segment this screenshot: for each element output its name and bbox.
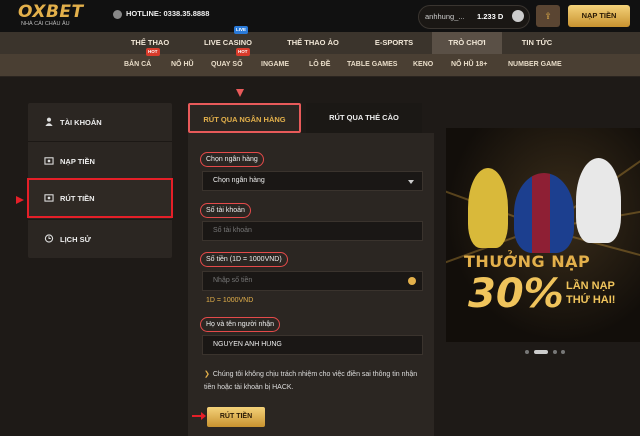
subnav-label: BẮN CÁ [124,61,152,68]
carousel-dot[interactable] [561,350,565,354]
carousel-dot[interactable] [525,350,529,354]
username: anhhung_... [425,12,465,21]
subnav-item-lo-de[interactable]: LÔ ĐỀ [309,54,330,76]
coin-icon [408,277,416,285]
promo-line-2: THỨ HAI! [566,294,616,306]
nav-item-esports[interactable]: E-SPORTS [358,32,430,54]
account-number-input[interactable]: Số tài khoản [202,221,423,241]
account-sidebar: TÀI KHOẢN NẠP TIỀN RÚT TIỀN LỊCH SỬ [27,103,173,258]
recipient-name-input[interactable]: NGUYEN ANH HUNG [202,335,423,355]
sidebar-item-label: LỊCH SỬ [60,235,91,244]
subnav-item-keno[interactable]: KENO [413,54,433,76]
disclaimer-note: ❯ Chúng tôi không chịu trách nhiệm cho vi… [204,368,424,394]
recipient-name-label: Họ và tên người nhận [200,317,281,332]
nav-item-tro-choi[interactable]: TRÒ CHƠI [432,32,502,54]
subnav-item-ban-ca[interactable]: BẮN CÁ HOT [124,48,160,76]
subnav-item-no-hu-18[interactable]: NỔ HŨ 18+ [451,54,487,76]
hotline-text: HOTLINE: 0338.35.8888 [126,9,210,18]
nav-item-live-casino[interactable]: LIVE CASINO LIVE [190,26,266,54]
sidebar-item-label: RÚT TIỀN [60,194,95,203]
main-nav: THỂ THAO LIVE CASINO LIVE THỂ THAO ẢO E-… [0,26,640,54]
amount-label: Số tiền (1D = 1000VND) [200,252,288,267]
subnav-item-ingame[interactable]: INGAME [261,54,289,76]
carousel-dot[interactable] [553,350,557,354]
exchange-rate-text: 1D = 1000VND [206,297,254,304]
promo-line-1: LẦN NẠP [566,280,615,292]
nav-label: LIVE CASINO [204,38,252,47]
deposit-icon [44,157,54,165]
player-figure-image [514,173,574,253]
promo-banner[interactable]: THƯỞNG NẠP 30% LẦN NẠP THỨ HAI! [446,128,640,342]
player-figure-image [468,168,508,248]
withdraw-icon [44,194,54,202]
submit-pointer-arrow-icon [192,412,206,420]
chevron-right-icon: ❯ [204,371,210,378]
deposit-button[interactable]: NẠP TIỀN [568,5,630,27]
phone-icon [113,9,122,19]
sidebar-item-rut-tien[interactable]: RÚT TIỀN [27,178,173,218]
nav-item-the-thao-ao[interactable]: THỂ THAO ẢO [272,32,354,54]
withdraw-submit-button[interactable]: RÚT TIỀN [207,407,265,427]
sidebar-item-label: NẠP TIỀN [60,157,95,166]
tab-card-withdraw[interactable]: RÚT QUA THẺ CÀO [306,103,422,133]
disclaimer-text: Chúng tôi không chịu trách nhiệm cho việ… [204,371,418,391]
withdraw-shortcut-icon[interactable]: ⇪ [536,5,560,27]
player-figure-image [576,158,621,243]
logo-text: OXBET [18,2,84,22]
hotline: HOTLINE: 0338.35.8888 [113,9,209,19]
oxbet-logo[interactable]: OXBET NHÀ CÁI CHÂU ÂU [18,2,98,30]
promo-title: THƯỞNG NẠP [464,252,591,271]
account-number-label: Số tài khoản [200,203,251,218]
sidebar-item-nap-tien[interactable]: NẠP TIỀN [28,142,172,180]
live-badge: LIVE [234,26,249,34]
history-icon [44,234,54,243]
sidebar-item-tai-khoan[interactable]: TÀI KHOẢN [28,103,172,141]
sub-nav: BẮN CÁ HOT NỔ HŨ QUAY SỐ HOT INGAME LÔ Đ… [0,48,640,77]
sidebar-item-lich-su[interactable]: LỊCH SỬ [28,220,172,258]
chevron-down-icon [408,180,414,184]
tab-highlight-arrow-icon [236,89,244,97]
user-account-box[interactable]: anhhung_... 1.233 D [418,5,530,29]
bank-label: Chọn ngân hàng [200,152,264,167]
subnav-item-no-hu[interactable]: NỔ HŨ [171,54,194,76]
carousel-dots [525,349,565,355]
user-icon [45,117,53,126]
balance: 1.233 D [477,12,504,21]
carousel-dot-active[interactable] [534,350,548,354]
nav-item-tin-tuc[interactable]: TIN TỨC [506,32,568,54]
withdraw-form: Chọn ngân hàng Chọn ngân hàng Số tài kho… [188,133,434,436]
bank-select-value: Chọn ngân hàng [213,177,265,184]
tab-bank-withdraw[interactable]: RÚT QUA NGÂN HÀNG [188,103,301,133]
sidebar-item-label: TÀI KHOẢN [60,118,102,127]
hot-badge: HOT [146,48,160,56]
highlight-arrow-icon [16,196,24,204]
subnav-item-quay-so[interactable]: QUAY SỐ HOT [211,48,250,76]
subnav-label: QUAY SỐ [211,61,243,68]
withdraw-tabs: RÚT QUA NGÂN HÀNG RÚT QUA THẺ CÀO [188,103,422,133]
promo-percent: 30% [468,271,564,317]
amount-input[interactable]: Nhập số tiền [202,271,423,291]
subnav-item-table-games[interactable]: TABLE GAMES [347,54,397,76]
subnav-item-number-game[interactable]: NUMBER GAME [508,54,562,76]
user-avatar-icon[interactable] [512,10,524,22]
top-header: OXBET NHÀ CÁI CHÂU ÂU HOTLINE: 0338.35.8… [0,0,640,32]
amount-placeholder: Nhập số tiền [213,277,253,284]
logo-tagline: NHÀ CÁI CHÂU ÂU [21,21,70,27]
bank-select[interactable]: Chọn ngân hàng [202,171,423,191]
hot-badge: HOT [236,48,250,56]
